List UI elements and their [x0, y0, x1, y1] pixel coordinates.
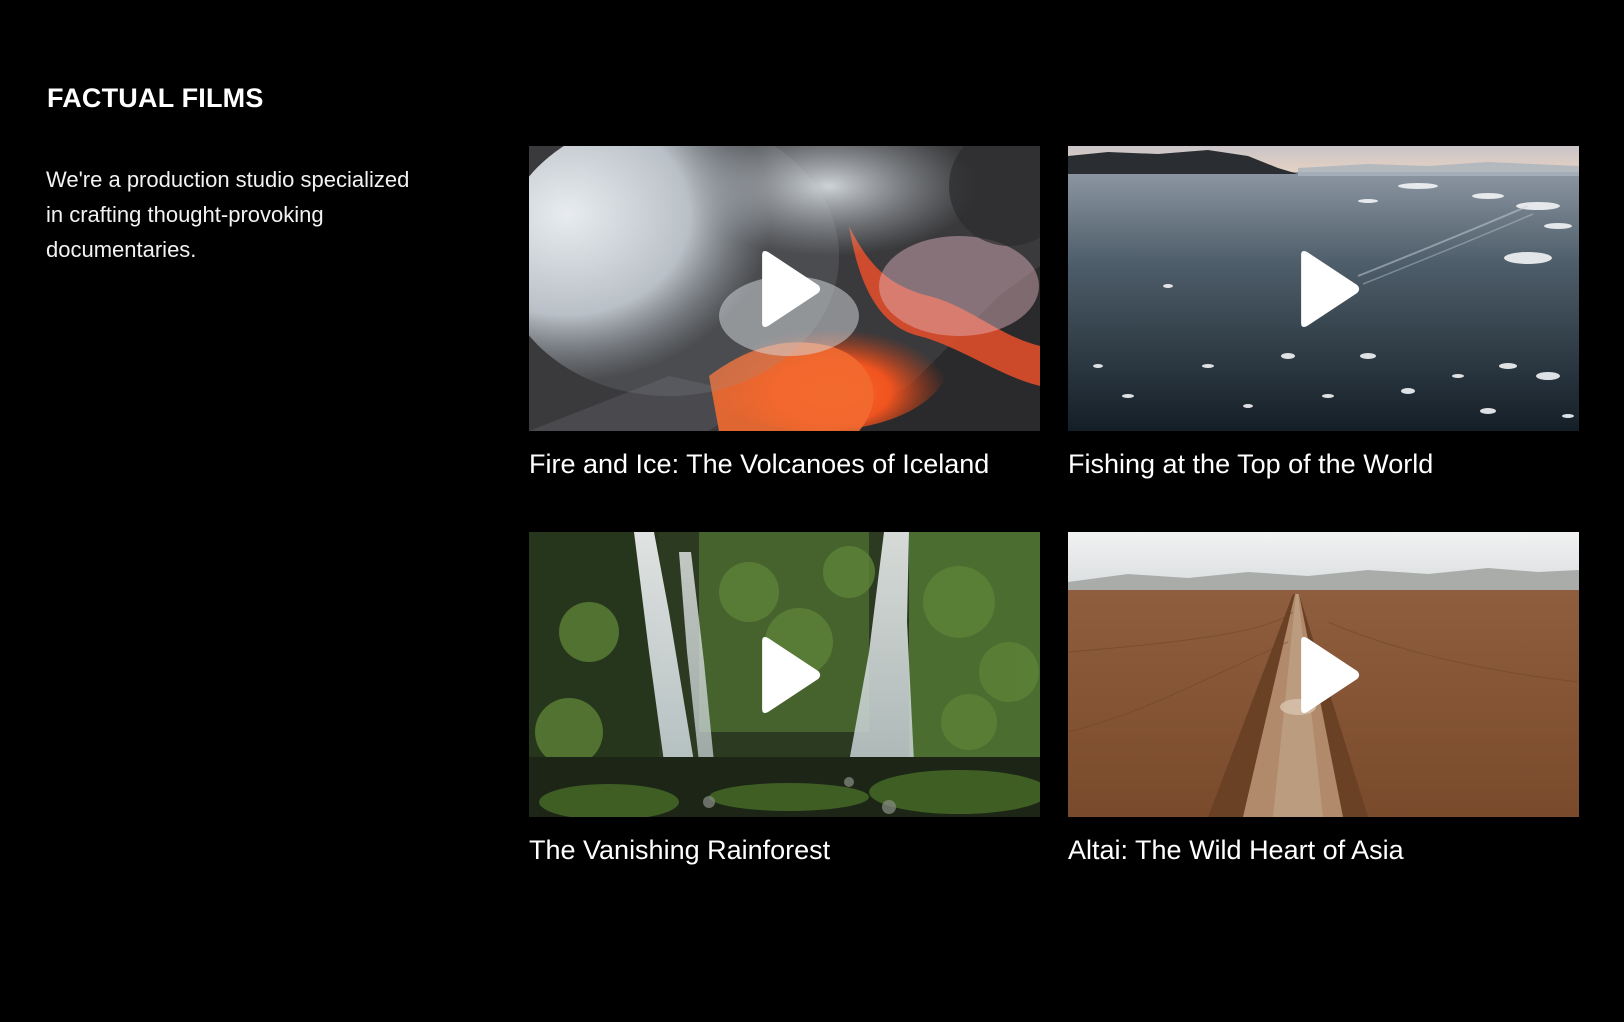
film-card-altai[interactable]: Altai: The Wild Heart of Asia [1068, 532, 1579, 868]
film-card-top-of-the-world[interactable]: Fishing at the Top of the World [1068, 146, 1579, 482]
play-icon[interactable] [1297, 249, 1361, 329]
play-icon[interactable] [1297, 635, 1361, 715]
film-card-vanishing-rainforest[interactable]: The Vanishing Rainforest [529, 532, 1040, 868]
film-thumbnail[interactable] [1068, 532, 1579, 817]
film-thumbnail[interactable] [529, 532, 1040, 817]
studio-tagline: We're a production studio specialized in… [46, 167, 410, 262]
film-title[interactable]: Altai: The Wild Heart of Asia [1068, 832, 1579, 868]
play-icon[interactable] [758, 249, 822, 329]
film-thumbnail[interactable] [529, 146, 1040, 431]
brand-name: FACTUAL FILMS [47, 83, 264, 113]
film-card-volcanoes-of-iceland[interactable]: Fire and Ice: The Volcanoes of Iceland [529, 146, 1040, 482]
film-title[interactable]: Fire and Ice: The Volcanoes of Iceland [529, 446, 1040, 482]
play-icon[interactable] [758, 635, 822, 715]
film-thumbnail[interactable] [1068, 146, 1579, 431]
film-grid: Fire and Ice: The Volcanoes of Iceland F… [529, 146, 1579, 868]
film-title[interactable]: Fishing at the Top of the World [1068, 446, 1579, 482]
studio-intro: FACTUAL FILMS We're a production studio … [46, 78, 427, 267]
film-title[interactable]: The Vanishing Rainforest [529, 832, 1040, 868]
